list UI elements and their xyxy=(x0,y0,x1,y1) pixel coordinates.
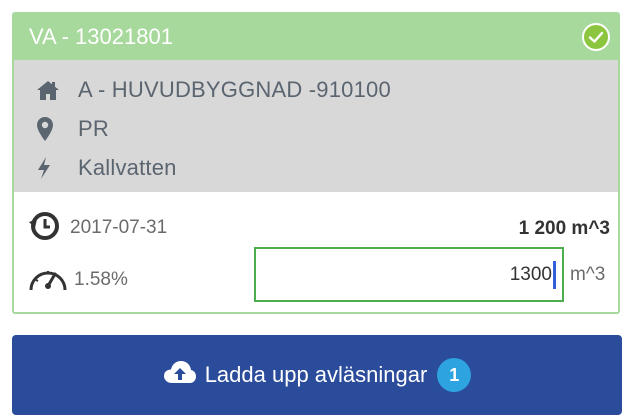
check-icon xyxy=(582,23,610,51)
building-row: A - HUVUDBYGGNAD -910100 xyxy=(36,70,618,109)
type-row: Kallvatten xyxy=(36,148,618,187)
usage-percent: 1.58% xyxy=(74,269,128,290)
upload-readings-button[interactable]: Ladda upp avläsningar 1 xyxy=(12,335,622,415)
last-reading-row: 2017-07-31 1 200 m^3 xyxy=(28,210,610,246)
meter-type: Kallvatten xyxy=(78,154,177,180)
building-name: A - HUVUDBYGGNAD -910100 xyxy=(78,76,391,102)
home-icon xyxy=(36,79,78,101)
location-row: PR xyxy=(36,109,618,148)
bolt-icon xyxy=(36,156,78,180)
location-code: PR xyxy=(78,115,109,141)
map-pin-icon xyxy=(36,116,78,142)
reading-section: 2017-07-31 1 200 m^3 1.58% 1300 m^3 xyxy=(14,192,618,312)
previous-value: 1 200 m^3 xyxy=(518,218,610,239)
reading-input-value: 1300 xyxy=(509,263,552,285)
meter-info: A - HUVUDBYGGNAD -910100 PR Kallvatten xyxy=(14,60,618,192)
speedometer-icon xyxy=(28,264,68,297)
history-icon xyxy=(28,210,60,247)
usage-row: 1.58% xyxy=(28,262,128,298)
pending-count-badge: 1 xyxy=(437,358,472,392)
reading-unit: m^3 xyxy=(570,264,606,285)
last-reading-date: 2017-07-31 xyxy=(70,217,168,238)
upload-label: Ladda upp avläsningar xyxy=(204,362,428,387)
reading-input[interactable]: 1300 xyxy=(254,247,564,302)
cloud-upload-icon xyxy=(163,360,197,390)
text-caret xyxy=(553,260,556,289)
meter-title: VA - 13021801 xyxy=(29,24,173,49)
card-header: VA - 13021801 xyxy=(14,14,618,60)
meter-card: VA - 13021801 A - HUVUDBYGGNAD -910100 P… xyxy=(12,12,620,314)
